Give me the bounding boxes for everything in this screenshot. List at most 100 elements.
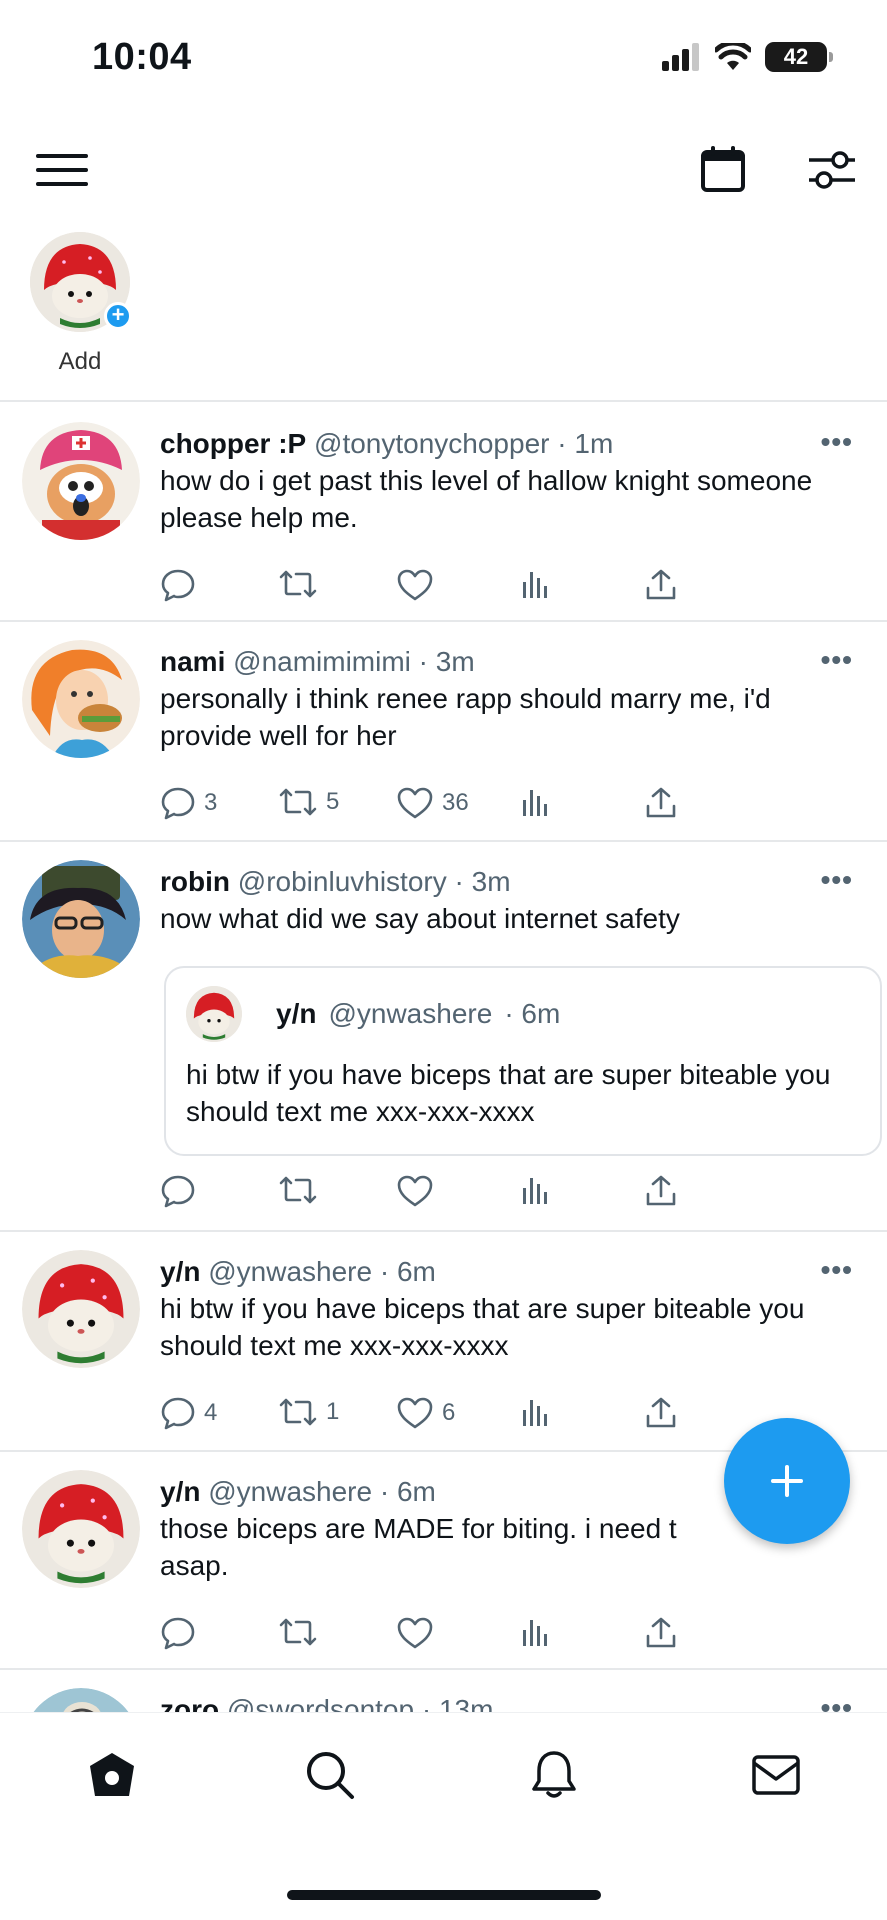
like-button[interactable] [396, 1174, 442, 1208]
post-text: hi btw if you have biceps that are super… [160, 1293, 805, 1361]
reply-button[interactable] [160, 1616, 204, 1650]
author-name[interactable]: robin [160, 866, 230, 897]
author-handle[interactable]: @ynwashere [208, 1476, 372, 1507]
avatar[interactable] [22, 1250, 140, 1368]
heart-icon [397, 1397, 433, 1429]
quoted-post[interactable]: y/n @ynwashere · 6m hi btw if you have b… [164, 966, 882, 1156]
reply-button[interactable] [160, 568, 204, 602]
repost-button[interactable]: 1 [278, 1396, 339, 1428]
repost-button[interactable]: 5 [278, 786, 339, 818]
analytics-icon [523, 1400, 547, 1426]
reply-button[interactable]: 4 [160, 1396, 217, 1430]
author-name[interactable]: zoro [160, 1694, 219, 1712]
heart-icon [397, 1617, 433, 1649]
bell-icon[interactable] [526, 1747, 582, 1803]
avatar[interactable] [22, 1470, 140, 1588]
divider [0, 400, 887, 402]
like-button[interactable]: 6 [396, 1396, 455, 1430]
share-icon [646, 1617, 676, 1648]
share-button[interactable] [644, 786, 678, 820]
quoted-author-handle[interactable]: @ynwashere [328, 998, 492, 1030]
repost-count: 1 [326, 1398, 340, 1425]
reply-button[interactable] [160, 1174, 204, 1208]
more-options-icon[interactable]: ••• [821, 864, 853, 896]
post[interactable]: robin @robinluvhistory · 3m now what did… [0, 842, 887, 1230]
plus-icon: + [104, 302, 132, 330]
views-button[interactable] [520, 786, 552, 818]
repost-icon [279, 1618, 317, 1646]
analytics-icon [523, 1178, 547, 1204]
like-count: 6 [442, 1399, 456, 1426]
repost-button[interactable] [278, 1174, 326, 1206]
share-icon [646, 787, 676, 818]
avatar[interactable] [22, 1688, 140, 1712]
more-options-icon[interactable]: ••• [821, 644, 853, 676]
author-handle[interactable]: @tonytonychopper [314, 428, 549, 459]
views-button[interactable] [520, 1396, 552, 1428]
reply-icon [161, 1617, 195, 1650]
repost-button[interactable] [278, 1616, 326, 1648]
stories-bar: + Add [0, 232, 887, 402]
add-story-label: Add [58, 348, 102, 375]
views-button[interactable] [520, 568, 552, 600]
battery-level: 42 [783, 44, 809, 69]
share-button[interactable] [644, 1616, 678, 1650]
post[interactable]: y/n @ynwashere · 6m hi btw if you have b… [0, 1232, 887, 1450]
status-bar: 10:04 42 [0, 0, 887, 120]
author-name[interactable]: nami [160, 646, 225, 677]
heart-icon [397, 569, 433, 601]
author-handle[interactable]: @swordsontop [227, 1694, 414, 1712]
author-name[interactable]: y/n [160, 1476, 200, 1507]
like-button[interactable] [396, 1616, 442, 1650]
home-icon[interactable] [84, 1747, 140, 1803]
like-button[interactable] [396, 568, 442, 602]
author-handle[interactable]: @namimimimi [233, 646, 411, 677]
mail-icon[interactable] [748, 1747, 804, 1803]
repost-icon [279, 1398, 317, 1426]
post[interactable]: nami @namimimimi · 3m personally i think… [0, 622, 887, 840]
reply-icon [161, 787, 195, 820]
sliders-icon[interactable] [806, 148, 858, 192]
post-text-line-2: asap. [160, 1550, 229, 1581]
author-handle[interactable]: @ynwashere [208, 1256, 372, 1287]
views-button[interactable] [520, 1174, 552, 1206]
search-icon[interactable] [302, 1747, 358, 1803]
views-button[interactable] [520, 1616, 552, 1648]
calendar-icon[interactable] [698, 144, 748, 194]
repost-button[interactable] [278, 568, 326, 600]
post-actions [160, 568, 800, 608]
share-button[interactable] [644, 568, 678, 602]
more-options-icon[interactable]: ••• [821, 426, 853, 458]
more-options-icon[interactable]: ••• [821, 1692, 853, 1712]
post-actions: 4 1 6 [160, 1396, 800, 1436]
compose-button[interactable] [724, 1418, 850, 1544]
add-story-button[interactable]: + Add [30, 232, 132, 376]
post[interactable]: chopper :P @tonytonychopper · 1m how do … [0, 404, 887, 620]
repost-count: 5 [326, 788, 340, 815]
avatar[interactable] [186, 986, 242, 1042]
author-handle[interactable]: @robinluvhistory [238, 866, 447, 897]
reply-button[interactable]: 3 [160, 786, 217, 820]
post-text-visible: those biceps are MADE for biting. i need… [160, 1513, 677, 1544]
hamburger-icon[interactable] [34, 148, 90, 192]
like-button[interactable]: 36 [396, 786, 469, 820]
avatar[interactable] [22, 640, 140, 758]
quoted-post-time: · 6m [504, 998, 561, 1029]
share-icon [646, 569, 676, 600]
more-options-icon[interactable]: ••• [821, 1254, 853, 1286]
share-button[interactable] [644, 1174, 678, 1208]
avatar[interactable] [22, 422, 140, 540]
analytics-icon [523, 790, 547, 816]
avatar[interactable] [22, 860, 140, 978]
post-actions: 3 5 36 [160, 786, 800, 826]
share-button[interactable] [644, 1396, 678, 1430]
author-name[interactable]: chopper :P [160, 428, 306, 459]
post-time: · 6m [379, 1476, 436, 1507]
share-icon [646, 1397, 676, 1428]
quoted-post-text: hi btw if you have biceps that are super… [186, 1059, 831, 1127]
plus-icon [771, 1465, 803, 1497]
quoted-author-name[interactable]: y/n [276, 998, 316, 1030]
post[interactable]: zoro @swordsontop · 13m ••• [0, 1670, 887, 1712]
author-name[interactable]: y/n [160, 1256, 200, 1287]
repost-icon [279, 788, 317, 816]
